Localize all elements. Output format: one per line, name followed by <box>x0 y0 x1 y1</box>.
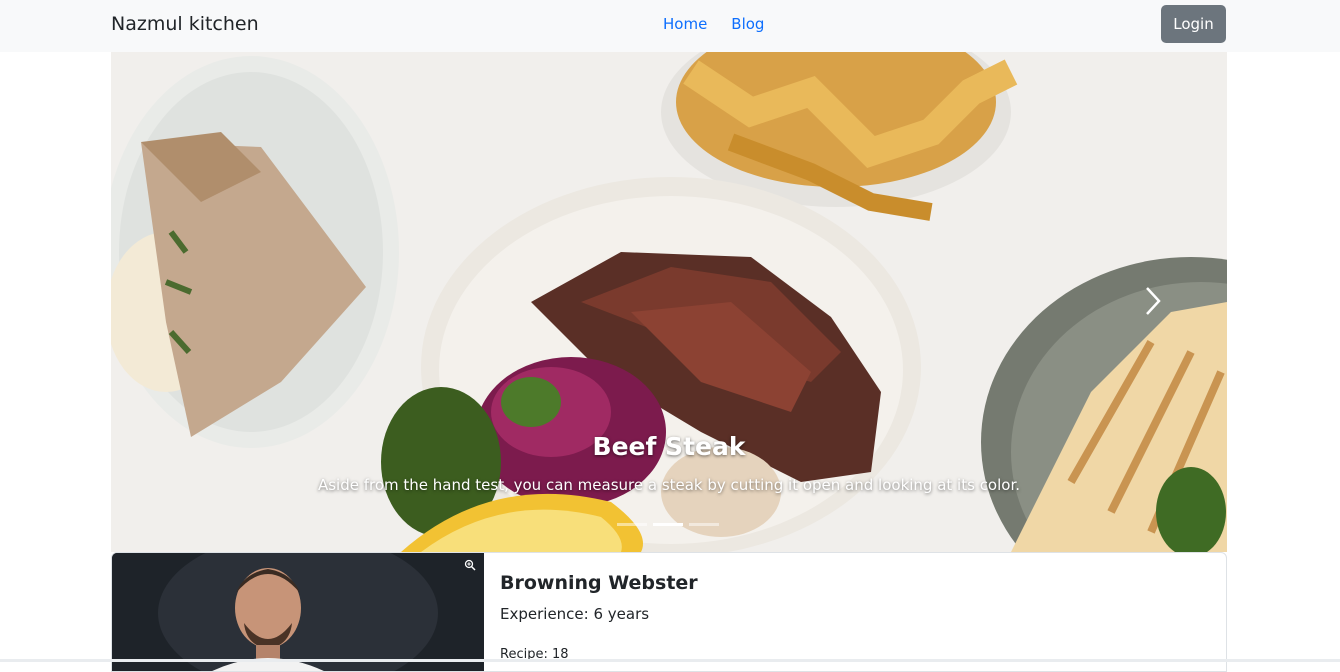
navbar: Nazmul kitchen Home Blog Login <box>0 0 1340 52</box>
carousel-indicators <box>617 523 719 526</box>
nav-links: Home Blog <box>663 15 764 33</box>
chef-experience: Experience: 6 years <box>500 605 650 623</box>
carousel-caption-text: Aside from the hand test, you can measur… <box>317 476 1021 494</box>
brand-name[interactable]: Nazmul kitchen <box>111 13 259 35</box>
chef-photo <box>112 553 484 671</box>
hero-carousel: Beef Steak Aside from the hand test, you… <box>111 52 1227 552</box>
zoom-in-icon[interactable] <box>464 559 476 571</box>
carousel-indicator-2[interactable] <box>653 523 683 526</box>
carousel-next-icon[interactable] <box>1141 286 1165 316</box>
carousel-indicator-3[interactable] <box>689 523 719 526</box>
nav-link-blog[interactable]: Blog <box>731 15 764 33</box>
chef-name: Browning Webster <box>500 572 698 594</box>
carousel-indicator-1[interactable] <box>617 523 647 526</box>
carousel-caption-title: Beef Steak <box>592 432 746 461</box>
chef-card[interactable]: Browning Webster Experience: 6 years Rec… <box>111 552 1227 672</box>
login-button[interactable]: Login <box>1161 5 1226 43</box>
chef-portrait <box>112 553 484 671</box>
nav-link-home[interactable]: Home <box>663 15 707 33</box>
